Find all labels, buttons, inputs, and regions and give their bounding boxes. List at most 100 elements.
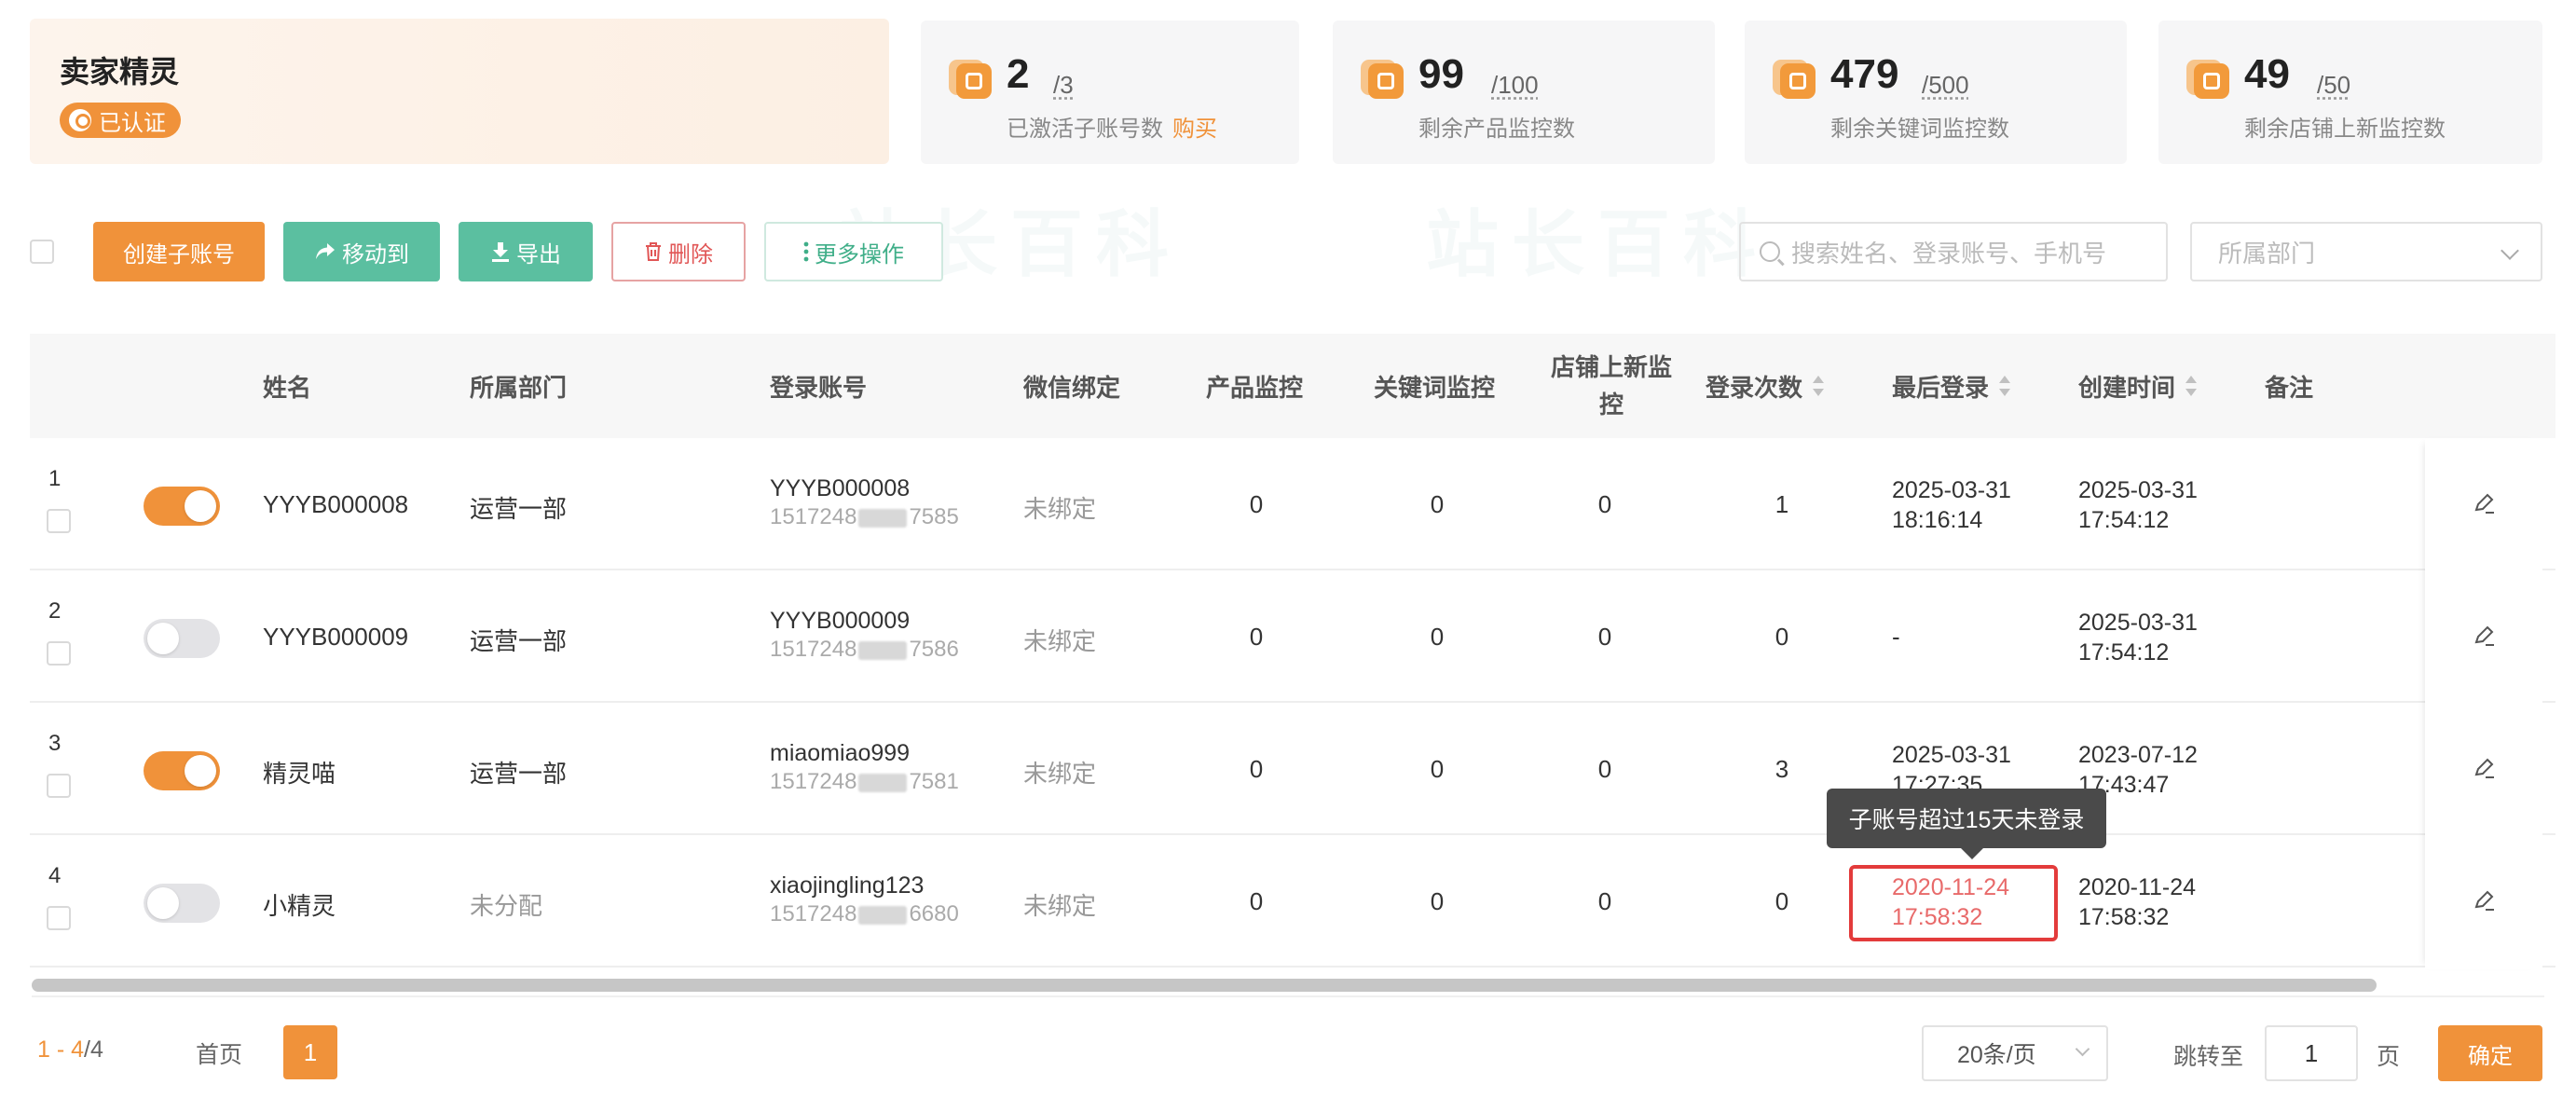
row-account: miaomiao999 1517248 7581	[770, 740, 959, 794]
first-page-link[interactable]: 首页	[196, 1036, 242, 1070]
stat-value: 49	[2244, 51, 2290, 97]
status-toggle[interactable]	[144, 884, 220, 923]
stat-label: 剩余关键词监控数	[1830, 117, 2009, 142]
move-to-button[interactable]: 移动到	[283, 222, 440, 281]
seller-card: 卖家精灵 已认证	[30, 19, 889, 164]
row-logins: 0	[1774, 887, 1789, 915]
row-account: YYYB000008 1517248 7585	[770, 475, 959, 529]
chevron-down-icon	[2501, 241, 2519, 260]
row-last-login: -	[1892, 623, 1900, 651]
row-created: 2020-11-24 17:58:32	[2078, 874, 2197, 930]
select-all-checkbox[interactable]	[30, 240, 54, 264]
row-product: 0	[1249, 490, 1264, 518]
inactive-tooltip: 子账号超过15天未登录	[1827, 789, 2106, 859]
search-input[interactable]: 搜索姓名、登录账号、手机号	[1739, 222, 2168, 281]
seller-name: 卖家精灵	[60, 55, 180, 89]
more-vertical-icon	[803, 241, 809, 262]
col-store: 店铺上新监控	[1550, 353, 1672, 419]
verified-label: 已认证	[99, 110, 166, 136]
row-keyword: 0	[1430, 490, 1445, 518]
page-size-select[interactable]: 20条/页	[1922, 1025, 2108, 1081]
stat-label: 剩余店铺上新监控数	[2244, 117, 2446, 142]
col-keyword: 关键词监控	[1374, 373, 1496, 402]
masked-phone	[858, 640, 908, 660]
buy-link[interactable]: 购买	[1172, 117, 1217, 142]
stat-label: 剩余产品监控数	[1418, 117, 1575, 142]
col-name: 姓名	[263, 373, 312, 402]
confirm-jump-button[interactable]: 确定	[2438, 1025, 2542, 1081]
col-logins[interactable]: 登录次数	[1706, 334, 1825, 438]
row-store: 0	[1597, 755, 1612, 783]
stat-card-store: 49 /50 剩余店铺上新监控数	[2158, 21, 2542, 164]
stat-card-keyword: 479 /500 剩余关键词监控数	[1745, 21, 2127, 164]
row-created: 2025-03-31 17:54:12	[2078, 477, 2198, 533]
status-toggle[interactable]	[144, 619, 220, 658]
trash-icon	[646, 242, 661, 261]
row-keyword: 0	[1430, 623, 1445, 651]
stat-limit: /50	[2317, 71, 2351, 99]
row-logins: 0	[1774, 623, 1789, 651]
row-wechat: 未绑定	[1023, 495, 1097, 523]
row-wechat: 未绑定	[1023, 760, 1097, 788]
row-name: YYYB000009	[263, 623, 409, 651]
row-checkbox[interactable]	[47, 509, 71, 533]
table-row: 1 YYYB000008 运营一部 YYYB000008 1517248 7585…	[30, 438, 2555, 570]
medal-icon	[69, 109, 91, 131]
row-name: 小精灵	[263, 892, 336, 920]
page-unit-label: 页	[2377, 1044, 2401, 1070]
export-button[interactable]: 导出	[459, 222, 593, 281]
row-wechat: 未绑定	[1023, 627, 1097, 655]
edit-icon[interactable]	[2470, 887, 2498, 915]
edit-icon[interactable]	[2470, 755, 2498, 783]
status-toggle[interactable]	[144, 487, 220, 526]
row-checkbox[interactable]	[47, 774, 71, 798]
edit-icon[interactable]	[2470, 623, 2498, 651]
sort-icon[interactable]	[2185, 375, 2198, 397]
horizontal-scrollbar[interactable]	[32, 979, 2377, 992]
row-account: YYYB000009 1517248 7586	[770, 608, 959, 662]
row-created: 2025-03-31 17:54:12	[2078, 610, 2198, 666]
scrollbar-track	[32, 995, 2544, 997]
download-icon	[492, 242, 509, 262]
row-index: 4	[48, 863, 62, 888]
create-subaccount-button[interactable]: 创建子账号	[93, 222, 265, 281]
masked-phone	[858, 773, 908, 792]
edit-icon[interactable]	[2470, 490, 2498, 518]
sort-icon[interactable]	[1812, 375, 1825, 397]
actions-column	[2425, 438, 2542, 969]
pagination-range: 1 - 4/4	[37, 1036, 103, 1063]
page-button-current[interactable]: 1	[283, 1025, 337, 1079]
col-account: 登录账号	[770, 373, 868, 402]
col-created[interactable]: 创建时间	[2078, 334, 2198, 438]
col-last-login[interactable]: 最后登录	[1892, 334, 2011, 438]
department-select[interactable]: 所属部门	[2190, 222, 2542, 281]
stat-value: 99	[1418, 51, 1464, 97]
col-dept: 所属部门	[470, 373, 568, 402]
more-actions-button[interactable]: 更多操作	[764, 222, 943, 281]
table-row: 4 小精灵 未分配 xiaojingling123 1517248 6680 未绑…	[30, 835, 2555, 968]
row-wechat: 未绑定	[1023, 892, 1097, 920]
stat-label: 已激活子账号数 购买	[1007, 117, 1217, 142]
col-wechat: 微信绑定	[1023, 373, 1121, 402]
row-store: 0	[1597, 490, 1612, 518]
row-dept: 未分配	[470, 892, 543, 920]
jump-page-input[interactable]: 1	[2265, 1025, 2358, 1081]
watermark: 站长百科	[1426, 203, 1770, 285]
col-product: 产品监控	[1206, 373, 1304, 402]
stat-card-subaccounts: 2 /3 已激活子账号数 购买	[921, 21, 1299, 164]
row-name: 精灵喵	[263, 760, 336, 788]
stat-limit: /500	[1922, 71, 1969, 99]
row-index: 1	[48, 466, 62, 491]
search-icon	[1760, 241, 1780, 262]
row-checkbox[interactable]	[47, 641, 71, 666]
chevron-down-icon	[2075, 1041, 2090, 1057]
row-checkbox[interactable]	[47, 906, 71, 930]
col-remark: 备注	[2265, 373, 2314, 402]
delete-button[interactable]: 删除	[611, 222, 746, 281]
table-row: 3 精灵喵 运营一部 miaomiao999 1517248 7581 未绑定 0…	[30, 703, 2555, 835]
store-icon	[2186, 56, 2229, 99]
sort-icon[interactable]	[1998, 375, 2011, 397]
row-dept: 运营一部	[470, 495, 568, 523]
status-toggle[interactable]	[144, 751, 220, 790]
share-arrow-icon	[316, 243, 335, 259]
